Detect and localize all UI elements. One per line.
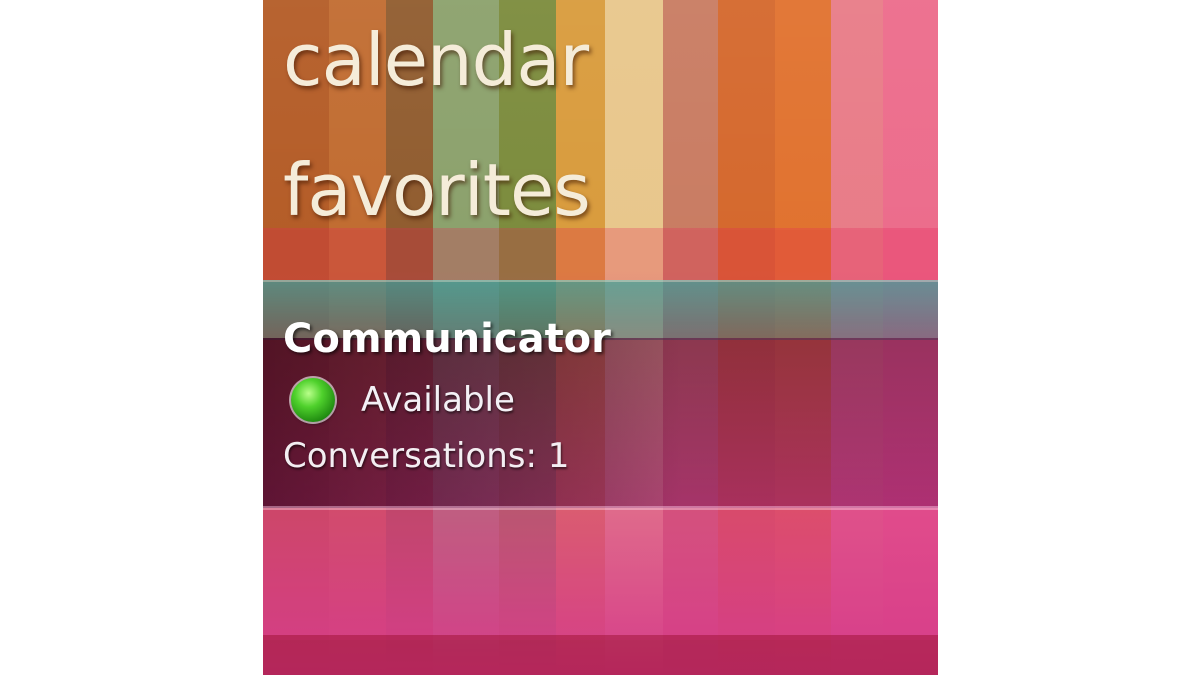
background-band <box>263 635 938 675</box>
favorites-tile[interactable]: favorites <box>283 148 591 232</box>
background-band <box>263 510 938 640</box>
calendar-tile[interactable]: calendar <box>283 18 589 102</box>
start-screen: calendar favorites Communicator Availabl… <box>263 0 938 675</box>
background-band <box>263 228 938 280</box>
presence-available-icon <box>291 378 335 422</box>
communicator-title[interactable]: Communicator <box>283 316 611 362</box>
presence-status[interactable]: Available <box>291 376 515 424</box>
presence-status-label: Available <box>361 380 515 420</box>
conversations-count[interactable]: Conversations: 1 <box>283 436 569 476</box>
